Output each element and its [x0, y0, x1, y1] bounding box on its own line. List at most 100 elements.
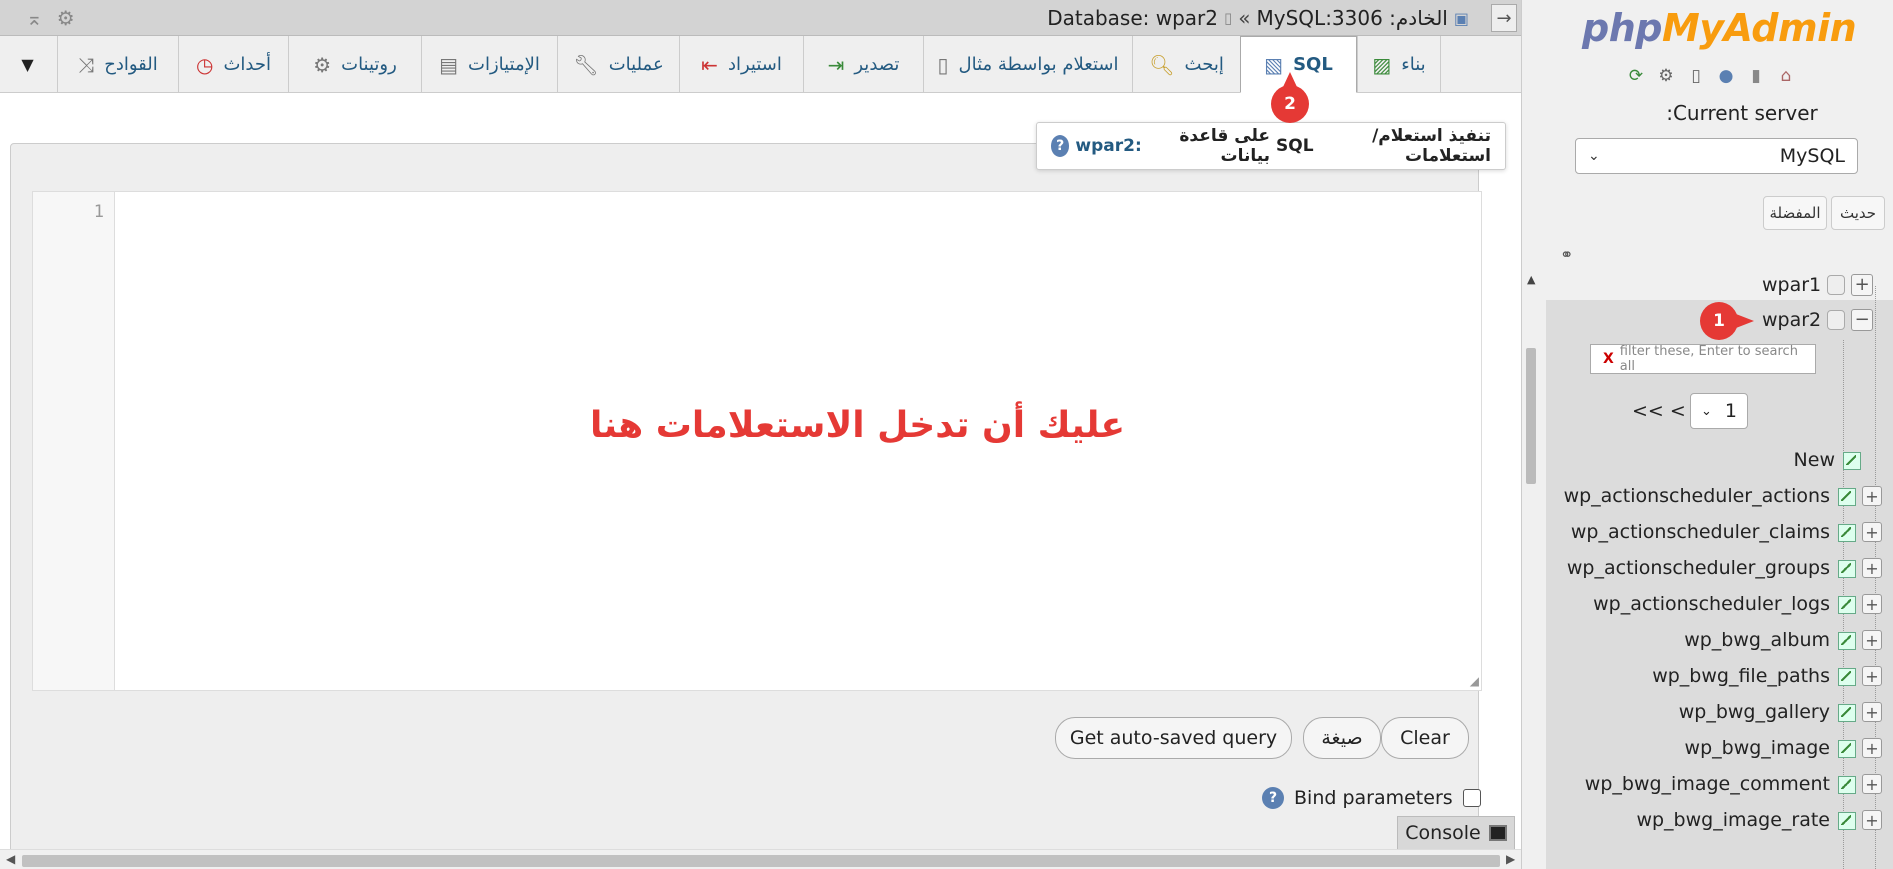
table-icon[interactable] — [1836, 629, 1858, 651]
tab-favorites[interactable]: المفضلة — [1763, 196, 1827, 230]
table-row[interactable]: wp_actionscheduler_actions + — [1522, 481, 1882, 511]
tab-sql[interactable]: SQL ▧ — [1240, 36, 1357, 93]
vertical-scrollbar[interactable] — [1521, 300, 1539, 869]
expand-icon[interactable]: + — [1851, 274, 1874, 296]
scroll-thumb[interactable] — [1526, 348, 1536, 484]
help-icon[interactable]: ? — [1262, 787, 1284, 809]
table-icon[interactable] — [1836, 809, 1858, 831]
gear-icon[interactable]: ⚙ — [57, 6, 75, 30]
server-select[interactable]: ⌄ MySQL — [1575, 138, 1858, 174]
expand-icon[interactable]: + — [1862, 486, 1882, 506]
get-autosaved-query-button[interactable]: Get auto-saved query — [1055, 717, 1292, 759]
scroll-left-icon[interactable]: ◀ — [6, 852, 15, 866]
chevron-down-icon[interactable]: ▼ — [0, 36, 55, 93]
pager-prev-links[interactable]: << < — [1632, 400, 1686, 422]
collapse-icon[interactable]: − — [1851, 309, 1874, 331]
tab-operations[interactable]: عمليات 🔧︎ — [557, 36, 679, 93]
bind-parameters-checkbox[interactable] — [1462, 789, 1481, 807]
heading-db[interactable]: wpar2: — [1075, 136, 1141, 156]
resize-grip-icon[interactable]: ◢ — [1470, 674, 1479, 688]
tab-recent[interactable]: حديث — [1831, 196, 1885, 230]
table-row[interactable]: wp_bwg_file_paths + — [1522, 661, 1882, 691]
database-row-wpar2[interactable]: wpar2 − — [1762, 305, 1874, 335]
format-button[interactable]: صيغة — [1303, 717, 1381, 759]
expand-icon[interactable]: + — [1862, 702, 1882, 722]
table-row[interactable]: wp_actionscheduler_claims + — [1522, 517, 1882, 547]
table-name[interactable]: wp_actionscheduler_groups — [1567, 557, 1830, 579]
clear-filter-icon[interactable]: X — [1603, 351, 1614, 367]
table-icon[interactable] — [1836, 557, 1858, 579]
reload-icon[interactable]: ⟳ — [1624, 64, 1648, 88]
expand-icon[interactable]: + — [1862, 666, 1882, 686]
breadcrumb-server[interactable]: الخادم: MySQL:3306 — [1257, 6, 1448, 30]
database-name[interactable]: wpar2 — [1762, 309, 1821, 331]
table-row[interactable]: wp_bwg_image_comment + — [1522, 769, 1882, 799]
new-table-label[interactable]: New — [1794, 449, 1835, 471]
tab-label: روتينات — [341, 54, 397, 75]
table-name[interactable]: wp_actionscheduler_actions — [1564, 485, 1830, 507]
table-name[interactable]: wp_bwg_image_comment — [1585, 773, 1830, 795]
table-icon[interactable] — [1836, 701, 1858, 723]
query-icon: ▯ — [937, 52, 949, 77]
tab-structure[interactable]: بناء ▨ — [1357, 36, 1441, 93]
table-name[interactable]: wp_bwg_image_rate — [1636, 809, 1830, 831]
table-row[interactable]: wp_bwg_gallery + — [1522, 697, 1882, 727]
expand-icon[interactable]: + — [1862, 594, 1882, 614]
page-select[interactable]: ⌄ 1 — [1690, 393, 1748, 429]
expand-icon[interactable]: + — [1862, 738, 1882, 758]
table-row[interactable]: wp_actionscheduler_logs + — [1522, 589, 1882, 619]
table-row[interactable]: wp_bwg_image + — [1522, 733, 1882, 763]
help-icon[interactable]: ● — [1714, 64, 1738, 88]
scroll-right-icon[interactable]: ▶ — [1506, 852, 1515, 866]
tab-export[interactable]: تصدير ⇥ — [803, 36, 923, 93]
table-name[interactable]: wp_bwg_gallery — [1679, 701, 1830, 723]
docs-icon[interactable]: ▯ — [1684, 64, 1708, 88]
tab-privileges[interactable]: الإمتيازات ▤ — [421, 36, 557, 93]
table-row[interactable]: wp_actionscheduler_groups + — [1522, 553, 1882, 583]
link-icon[interactable]: ⚭ — [1560, 245, 1573, 264]
tab-import[interactable]: استيراد ⇤ — [679, 36, 803, 93]
database-row-wpar1[interactable]: wpar1 + — [1762, 270, 1874, 300]
exit-icon[interactable]: ▮ — [1744, 64, 1768, 88]
table-name[interactable]: wp_bwg_album — [1684, 629, 1830, 651]
collapse-up-icon[interactable]: ⌅ — [26, 6, 43, 30]
table-name[interactable]: wp_bwg_image — [1685, 737, 1830, 759]
arrow-right-icon[interactable]: → — [1491, 4, 1517, 32]
expand-icon[interactable]: + — [1862, 558, 1882, 578]
table-icon[interactable] — [1836, 665, 1858, 687]
clear-button[interactable]: Clear — [1381, 717, 1469, 759]
database-name[interactable]: wpar1 — [1762, 274, 1821, 296]
tab-triggers[interactable]: القوادح ⤨ — [57, 36, 178, 93]
table-name[interactable]: wp_actionscheduler_logs — [1593, 593, 1830, 615]
table-name[interactable]: wp_actionscheduler_claims — [1571, 521, 1830, 543]
scroll-up-icon[interactable]: ▲ — [1527, 273, 1535, 286]
horizontal-scrollbar[interactable]: ◀ ▶ — [0, 849, 1521, 869]
new-table-row[interactable]: New — [1522, 445, 1882, 475]
breadcrumb-database[interactable]: Database: wpar2 — [1047, 6, 1218, 30]
expand-icon[interactable]: + — [1862, 774, 1882, 794]
table-icon[interactable] — [1836, 521, 1858, 543]
table-row[interactable]: wp_bwg_album + — [1522, 625, 1882, 655]
table-row[interactable]: wp_bwg_image_rate + — [1522, 805, 1882, 835]
scroll-thumb[interactable] — [22, 855, 1500, 867]
table-filter-input[interactable]: X filter these, Enter to search all — [1590, 344, 1816, 374]
tab-search[interactable]: إبحث 🔍︎ — [1132, 36, 1240, 93]
table-icon[interactable] — [1836, 737, 1858, 759]
table-icon[interactable] — [1836, 485, 1858, 507]
tab-query-by-example[interactable]: استعلام بواسطة مثال ▯ — [923, 36, 1132, 93]
console-button[interactable]: Console — [1397, 816, 1515, 850]
sql-heading: تنفيذ استعلام/استعلامات SQL على قاعدة بي… — [1036, 122, 1506, 170]
expand-icon[interactable]: + — [1862, 522, 1882, 542]
expand-icon[interactable]: + — [1862, 630, 1882, 650]
expand-icon[interactable]: + — [1862, 810, 1882, 830]
settings-icon[interactable]: ⚙ — [1654, 64, 1678, 88]
table-name[interactable]: wp_bwg_file_paths — [1652, 665, 1830, 687]
table-icon[interactable] — [1836, 593, 1858, 615]
help-icon[interactable]: ? — [1051, 135, 1070, 157]
table-icon[interactable] — [1836, 773, 1858, 795]
tab-events[interactable]: أحداث ◷ — [178, 36, 288, 93]
phpmyadmin-logo[interactable]: phpMyAdmin — [1582, 6, 1857, 50]
database-icon: ▯ — [1224, 9, 1233, 27]
home-icon[interactable]: ⌂ — [1774, 64, 1798, 88]
tab-routines[interactable]: روتينات ⚙ — [288, 36, 421, 93]
